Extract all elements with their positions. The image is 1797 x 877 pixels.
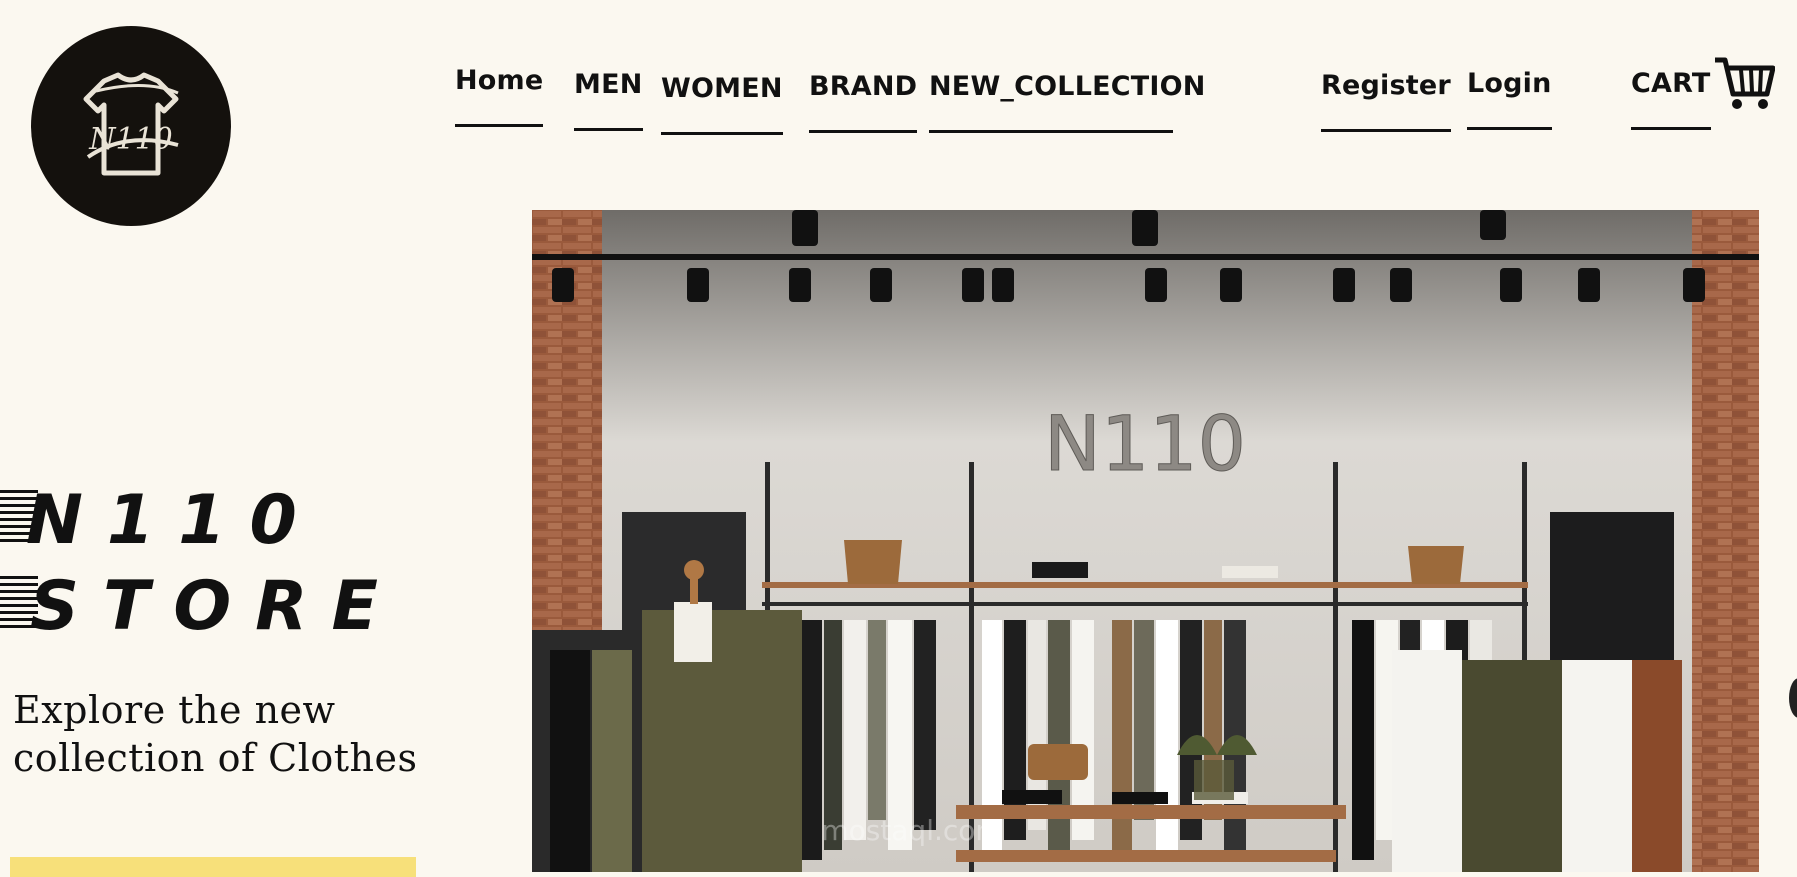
nav-register[interactable]: Register — [1321, 72, 1451, 132]
cta-button[interactable] — [10, 857, 416, 877]
tagline: Explore the new collection of Clothes — [13, 688, 418, 780]
nav-login[interactable]: Login — [1467, 70, 1552, 130]
tshirt-icon: N110 — [83, 72, 179, 176]
svg-text:mostaql.com: mostaql.com — [821, 814, 1002, 847]
store-title-line2: STORE — [0, 564, 402, 650]
store-interior-photo: N110 mostaql.com — [532, 210, 1759, 872]
svg-text:N110: N110 — [88, 122, 173, 157]
hero-image: N110 mostaql.com — [532, 210, 1759, 872]
store-title: N110 STORE — [0, 478, 402, 650]
cart-icon[interactable] — [1713, 54, 1775, 112]
store-logo[interactable]: N110 — [31, 26, 231, 226]
nav-cart[interactable]: CART — [1631, 70, 1711, 130]
nav-women[interactable]: WOMEN — [661, 75, 783, 135]
store-title-line1: N110 — [0, 478, 402, 564]
svg-text:N110: N110 — [1044, 399, 1246, 488]
nav-men[interactable]: MEN — [574, 71, 643, 131]
scroll-indicator[interactable] — [1789, 678, 1797, 718]
nav-home[interactable]: Home — [455, 67, 544, 127]
nav-brand[interactable]: BRAND — [809, 73, 918, 133]
nav-new-collection[interactable]: NEW_COLLECTION — [929, 73, 1205, 133]
